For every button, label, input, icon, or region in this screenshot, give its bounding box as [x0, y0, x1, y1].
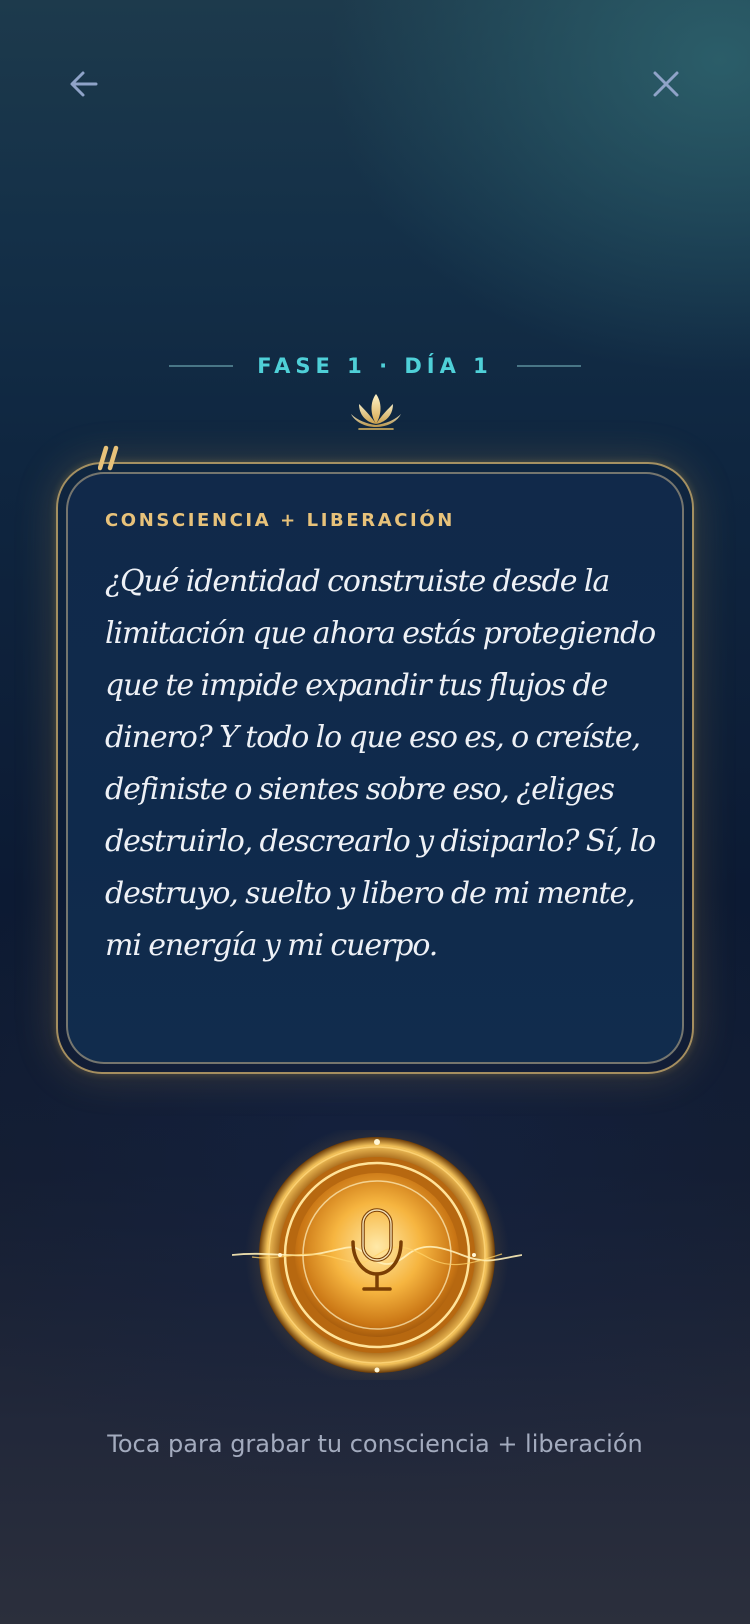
- phase-divider-left: [169, 365, 234, 367]
- quote-icon: [98, 445, 119, 471]
- back-button[interactable]: [56, 56, 112, 112]
- close-button[interactable]: [638, 56, 694, 112]
- arrow-left-icon: [70, 71, 98, 97]
- record-orb: [231, 1123, 523, 1387]
- phase-divider-right: [516, 365, 581, 367]
- record-hint: Toca para grabar tu consciencia + libera…: [107, 1430, 643, 1458]
- prompt-text: ¿Qué identidad construiste desde la limi…: [105, 564, 656, 963]
- record-button[interactable]: [231, 1123, 523, 1387]
- close-icon: [653, 71, 679, 97]
- category-label: CONSCIENCIA + LIBERACIÓN: [105, 510, 455, 531]
- phase-header: FASE 1 · DÍA 1: [0, 348, 750, 384]
- phase-label: FASE 1 · DÍA 1: [257, 354, 493, 378]
- lotus-icon: [351, 394, 401, 430]
